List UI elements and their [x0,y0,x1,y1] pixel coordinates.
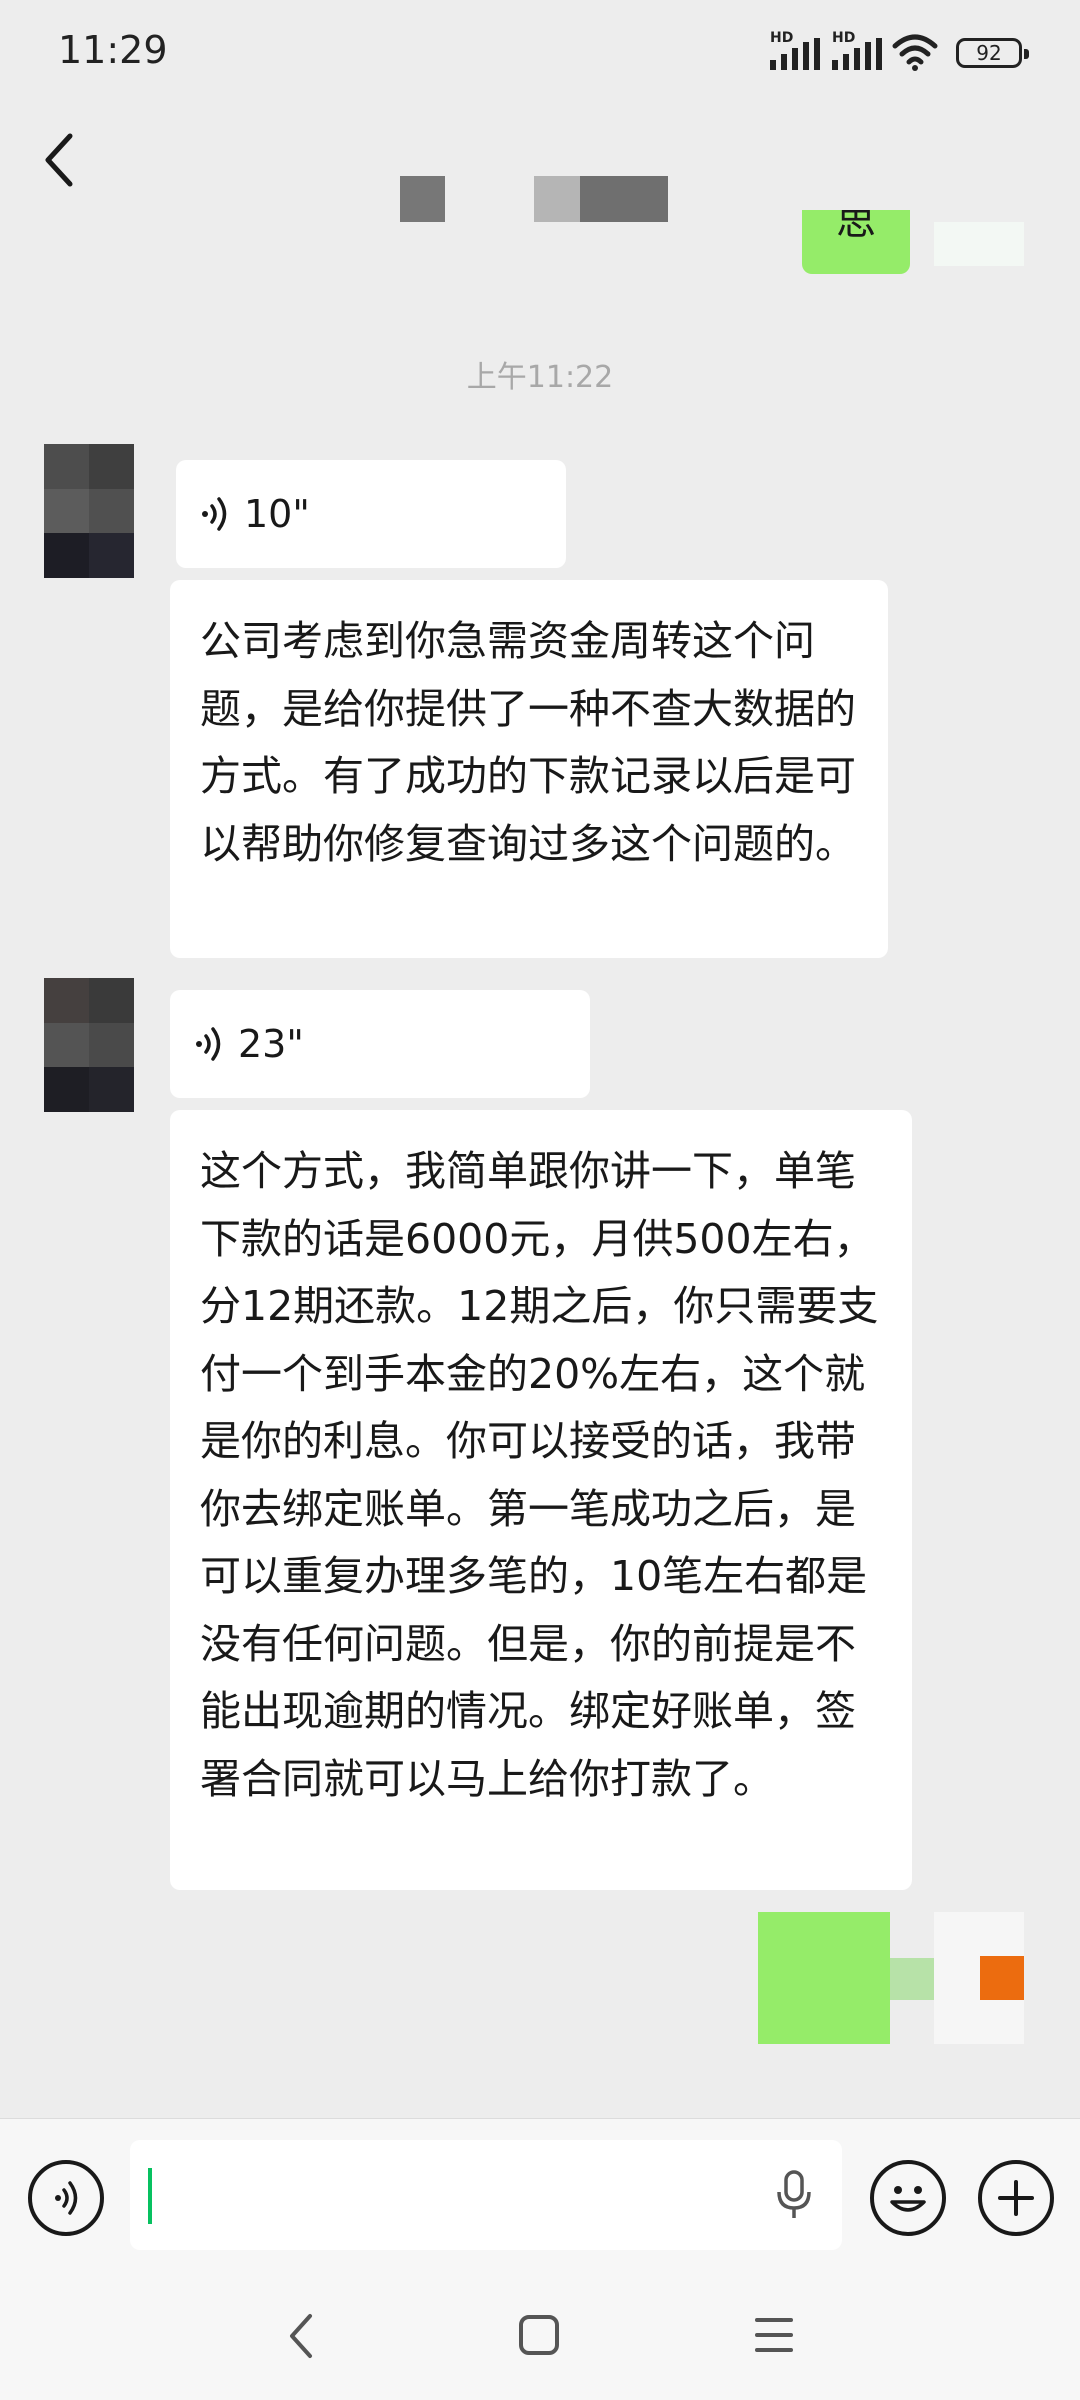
contact-name-redacted [400,176,445,222]
outgoing-avatar-redacted[interactable] [934,1912,1024,2044]
sender-avatar[interactable] [44,978,134,1112]
voice-wave-icon [196,1027,221,1061]
outgoing-bubble-tail [890,1958,934,2000]
plus-icon[interactable] [978,2160,1054,2236]
outgoing-bubble-partial: 思 [802,210,910,274]
voice-wave-icon [202,497,227,531]
text-message-bubble[interactable]: 这个方式，我简单跟你讲一下，单笔下款的话是6000元，月供500左右，分12期还… [170,1110,912,1890]
voice-message-bubble[interactable]: 23" [170,990,590,1098]
text-message-bubble[interactable]: 公司考虑到你急需资金周转这个问题，是给你提供了一种不查大数据的方式。有了成功的下… [170,580,888,958]
voice-duration: 23" [238,1022,304,1066]
voice-input-toggle-icon[interactable] [28,2160,104,2236]
back-chevron-icon[interactable] [40,130,80,190]
battery-indicator: 92 [956,38,1029,68]
contact-name-redacted [534,176,582,222]
outgoing-avatar-partial [934,222,1024,266]
status-time: 11:29 [58,28,168,72]
cellular-signal-icon-2: HD [832,30,882,70]
nav-menu-icon[interactable] [754,2316,794,2354]
message-timestamp: 上午11:22 [466,360,614,395]
hd-label-2: HD [832,30,856,46]
microphone-icon[interactable] [776,2170,812,2220]
wifi-icon [892,34,938,71]
contact-name-redacted [580,176,668,222]
text-cursor [148,2168,152,2224]
message-input[interactable] [130,2140,842,2250]
emoji-icon[interactable] [870,2160,946,2236]
outgoing-bubble-redacted[interactable] [758,1912,890,2044]
voice-duration: 10" [244,492,310,536]
sender-avatar[interactable] [44,444,134,578]
nav-back-icon[interactable] [286,2312,316,2360]
cellular-signal-icon-1: HD [770,30,820,70]
nav-home-icon[interactable] [518,2314,560,2356]
message-text: 这个方式，我简单跟你讲一下，单笔下款的话是6000元，月供500左右，分12期还… [200,1147,879,1803]
message-text: 公司考虑到你急需资金周转这个问题，是给你提供了一种不查大数据的方式。有了成功的下… [200,617,856,868]
voice-message-bubble[interactable]: 10" [176,460,566,568]
hd-label-1: HD [770,30,794,46]
